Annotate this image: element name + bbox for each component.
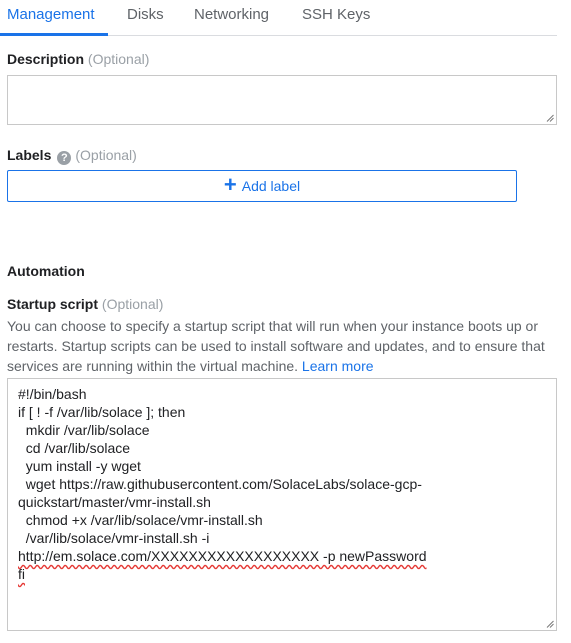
tab-management[interactable]: Management [7, 6, 95, 23]
tab-disks[interactable]: Disks [127, 6, 164, 23]
description-textarea[interactable] [7, 75, 557, 125]
startup-script-help-text: You can choose to specify a startup scri… [7, 318, 545, 374]
resize-grip-icon[interactable] [546, 620, 554, 628]
active-tab-indicator [0, 33, 108, 36]
script-line: mkdir /var/lib/solace [18, 422, 150, 438]
add-label-button-text: Add label [241, 178, 301, 194]
description-label-text: Description [7, 51, 85, 67]
labels-optional-hint: (Optional) [75, 147, 137, 163]
script-line: quickstart/master/vmr-install.sh [18, 494, 211, 510]
learn-more-link[interactable]: Learn more [302, 358, 374, 374]
tab-ssh-keys[interactable]: SSH Keys [302, 6, 370, 23]
tab-networking[interactable]: Networking [194, 6, 269, 23]
script-line: wget https://raw.githubusercontent.com/S… [18, 476, 422, 492]
startup-script-textarea[interactable]: #!/bin/bash if [ ! -f /var/lib/solace ];… [7, 378, 557, 631]
startup-script-label: Startup script (Optional) [7, 296, 163, 312]
tab-bar: Management Disks Networking SSH Keys [0, 0, 557, 36]
description-optional-hint: (Optional) [87, 51, 150, 67]
script-line: yum install -y wget [18, 458, 141, 474]
labels-label-text: Labels [7, 147, 52, 163]
script-line: #!/bin/bash [18, 386, 87, 402]
startup-script-description: You can choose to specify a startup scri… [7, 316, 547, 376]
startup-script-optional-hint: (Optional) [101, 296, 164, 312]
automation-section-title: Automation [7, 263, 85, 279]
script-line: chmod +x /var/lib/solace/vmr-install.sh [18, 512, 263, 528]
script-line: cd /var/lib/solace [18, 440, 131, 456]
script-line: fi [18, 566, 25, 582]
add-label-button[interactable]: + Add label [7, 170, 517, 202]
startup-script-label-text: Startup script [7, 296, 99, 312]
help-circle-icon[interactable]: ? [57, 151, 72, 165]
script-line: /var/lib/solace/vmr-install.sh -i [18, 530, 210, 546]
description-label: Description (Optional) [7, 51, 149, 67]
resize-grip-icon[interactable] [546, 114, 554, 122]
script-line: if [ ! -f /var/lib/solace ]; then [18, 404, 186, 420]
script-line: http://em.solace.com/XXXXXXXXXXXXXXXXXX … [18, 548, 427, 564]
plus-icon: + [223, 172, 237, 197]
labels-label: Labels? (Optional) [7, 147, 137, 165]
